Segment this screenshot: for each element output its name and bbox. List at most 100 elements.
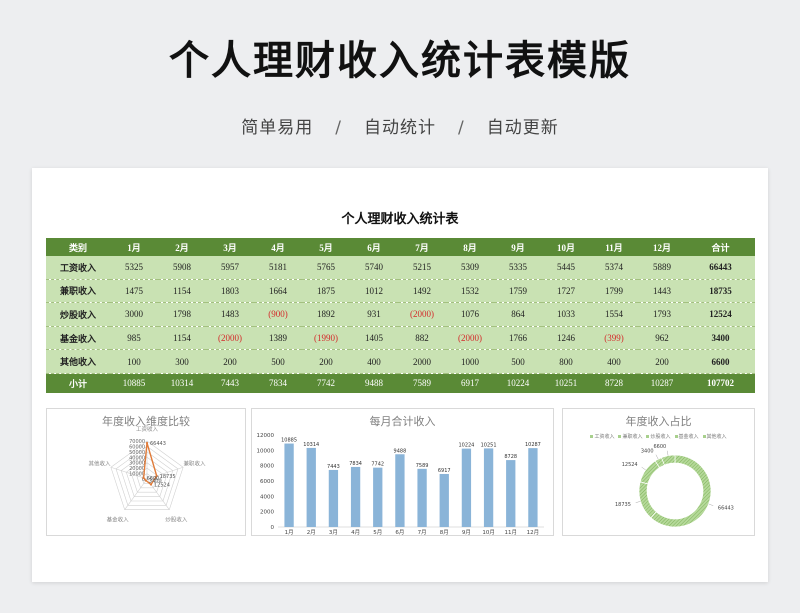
table-cell[interactable]: 5908 [158, 256, 206, 280]
table-cell[interactable]: 500 [254, 349, 302, 374]
table-cell[interactable]: 962 [638, 326, 686, 351]
row-label[interactable]: 炒股收入 [46, 302, 110, 327]
table-cell[interactable]: 882 [398, 326, 446, 351]
row-total-cell[interactable]: 18735 [686, 279, 755, 304]
table-cell[interactable]: 5740 [350, 256, 398, 280]
subtotal-label: 小计 [68, 378, 87, 389]
table-cell[interactable]: 931 [350, 302, 398, 327]
table-cell[interactable]: 864 [494, 302, 542, 327]
table-cell[interactable]: 1793 [638, 302, 686, 327]
table-cell[interactable]: 1443 [638, 279, 686, 304]
donut-data-label: 18735 [615, 502, 631, 508]
subtotal-cell: 10287 [650, 378, 674, 389]
table-cell[interactable]: 5309 [446, 256, 494, 280]
column-header: 6月 [367, 242, 381, 253]
table-cell[interactable]: 3000 [110, 302, 158, 327]
row-label[interactable]: 其他收入 [46, 349, 110, 374]
table-cell[interactable]: 300 [158, 349, 206, 374]
table-cell[interactable]: 200 [206, 349, 254, 374]
table-cell[interactable]: 1799 [590, 279, 638, 304]
bar-data-label: 7742 [371, 462, 384, 468]
bar-x-tick-label: 7月 [418, 529, 427, 535]
row-label[interactable]: 兼职收入 [46, 279, 110, 304]
table-row: 工资收入 5325 5908 5957 5181 5765 5740 5215 5309 5335… [46, 256, 755, 280]
donut-leader-line [655, 454, 659, 460]
table-cell[interactable]: 5374 [590, 256, 638, 280]
table-cell[interactable]: 1246 [542, 326, 590, 351]
table-cell[interactable]: 1076 [446, 302, 494, 327]
column-header: 4月 [271, 242, 285, 253]
feature-auto-stats: 自动统计 [364, 118, 436, 138]
table-cell[interactable]: 2000 [398, 349, 446, 374]
donut-leader-line [708, 503, 714, 506]
table-cell[interactable]: 5957 [206, 256, 254, 280]
table-cell[interactable]: 1727 [542, 279, 590, 304]
bar [284, 443, 294, 527]
table-row: 兼职收入 1475 1154 1803 1664 1875 1012 1492 1532 1759… [46, 279, 755, 304]
feature-auto-update: 自动更新 [486, 118, 559, 138]
bar-data-label: 10224 [458, 443, 474, 449]
table-cell[interactable]: 500 [494, 349, 542, 374]
bar-x-tick-label: 10月 [482, 529, 495, 535]
row-total-cell[interactable]: 3400 [686, 326, 755, 351]
table-cell[interactable]: (2000) [206, 326, 254, 351]
table-cell[interactable]: 1532 [446, 279, 494, 304]
table-cell[interactable]: 5325 [110, 256, 158, 280]
table-cell[interactable]: 200 [302, 349, 350, 374]
table-cell[interactable]: 985 [110, 326, 158, 351]
table-cell[interactable]: 5335 [494, 256, 542, 280]
table-cell[interactable]: 1803 [206, 279, 254, 304]
table-cell[interactable]: 1405 [350, 326, 398, 351]
bar-data-label: 10885 [281, 438, 297, 444]
table-cell[interactable]: 5181 [254, 256, 302, 280]
table-cell[interactable]: 800 [542, 349, 590, 374]
subtotal-cell: 8728 [605, 378, 623, 389]
table-cell[interactable]: 5445 [542, 256, 590, 280]
table-cell[interactable]: 400 [590, 349, 638, 374]
table-cell[interactable]: 1492 [398, 279, 446, 304]
table-cell[interactable]: 1766 [494, 326, 542, 351]
table-cell[interactable]: 1892 [302, 302, 350, 327]
bar [483, 448, 494, 527]
row-total-cell[interactable]: 6600 [686, 349, 755, 374]
table-cell[interactable]: 1759 [494, 279, 542, 304]
table-cell[interactable]: (399) [590, 326, 638, 351]
row-label[interactable]: 工资收入 [46, 256, 110, 280]
table-cell[interactable]: 1483 [206, 302, 254, 327]
row-label[interactable]: 基金收入 [46, 326, 110, 351]
table-cell[interactable]: 1033 [542, 302, 590, 327]
row-total-cell[interactable]: 12524 [686, 302, 755, 327]
subtotal-cell: 10885 [122, 378, 146, 389]
bar [373, 467, 383, 527]
table-cell[interactable]: 5765 [302, 256, 350, 280]
table-cell[interactable]: 1554 [590, 302, 638, 327]
table-cell[interactable]: 5889 [638, 256, 686, 280]
table-cell[interactable]: 1389 [254, 326, 302, 351]
feature-tagline: 简单易用 / 自动统计 / 自动更新 [0, 113, 800, 138]
table-cell[interactable]: 1798 [158, 302, 206, 327]
bar-x-tick-label: 6月 [395, 529, 404, 535]
table-cell[interactable]: (900) [254, 302, 302, 327]
table-cell[interactable]: 100 [110, 349, 158, 374]
row-total-cell[interactable]: 66443 [686, 256, 755, 280]
table-cell[interactable]: 1875 [302, 279, 350, 304]
table-cell[interactable]: 1000 [446, 349, 494, 374]
table-cell[interactable]: (1990) [302, 326, 350, 351]
column-header: 11月 [605, 242, 623, 253]
table-cell[interactable]: 1012 [350, 279, 398, 304]
subtotal-row: 小计 10885 10314 7443 7834 7742 9488 7589 6917 1022… [46, 373, 755, 393]
pie-chart-panel: 年度收入占比 工资收入 兼职收入 炒股收入 基金收入 其他收入 66443 18735 12… [562, 408, 755, 536]
table-cell[interactable]: 1154 [158, 279, 206, 304]
table-cell[interactable]: 1664 [254, 279, 302, 304]
table-cell[interactable]: 1154 [158, 326, 206, 351]
donut-leader-line [635, 501, 641, 503]
table-cell[interactable]: (2000) [446, 326, 494, 351]
table-cell[interactable]: 1475 [110, 279, 158, 304]
table-cell[interactable]: 400 [350, 349, 398, 374]
table-cell[interactable]: (2000) [398, 302, 446, 327]
table-cell[interactable]: 200 [638, 349, 686, 374]
subtotal-cell: 7443 [221, 378, 239, 389]
column-header: 2月 [175, 242, 189, 253]
bar-y-tick-label: 12000 [257, 433, 275, 439]
table-cell[interactable]: 5215 [398, 256, 446, 280]
